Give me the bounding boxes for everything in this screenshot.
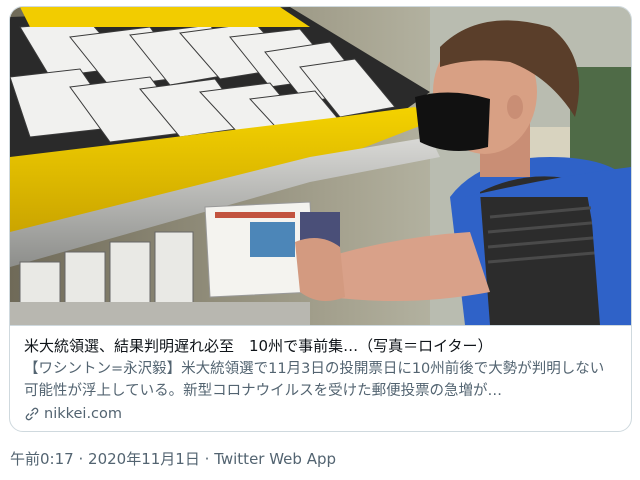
tweet-date[interactable]: 2020年11月1日 [88,450,200,468]
link-preview-card[interactable]: 米大統領選、結果判明遅れ必至 10州で事前集…（写真＝ロイター） 【ワシントン=… [9,6,632,432]
tweet-time[interactable]: 午前0:17 [10,450,74,468]
card-domain[interactable]: nikkei.com [24,404,617,424]
link-icon [25,407,39,421]
card-domain-text[interactable]: nikkei.com [44,404,122,424]
card-description: 【ワシントン=永沢毅】米大統領選で11月3日の投開票日に10州前後で大勢が判明し… [24,361,605,399]
card-text-area[interactable]: 米大統領選、結果判明遅れ必至 10州で事前集…（写真＝ロイター） 【ワシントン=… [10,325,631,431]
meta-separator: · [78,450,84,468]
news-photo [10,7,631,325]
tweet-source[interactable]: Twitter Web App [214,450,336,468]
card-title[interactable]: 米大統領選、結果判明遅れ必至 10州で事前集…（写真＝ロイター） [24,335,617,357]
tweet-meta: 午前0:17 · 2020年11月1日 · Twitter Web App [10,448,336,469]
meta-separator-2: · [204,450,210,468]
